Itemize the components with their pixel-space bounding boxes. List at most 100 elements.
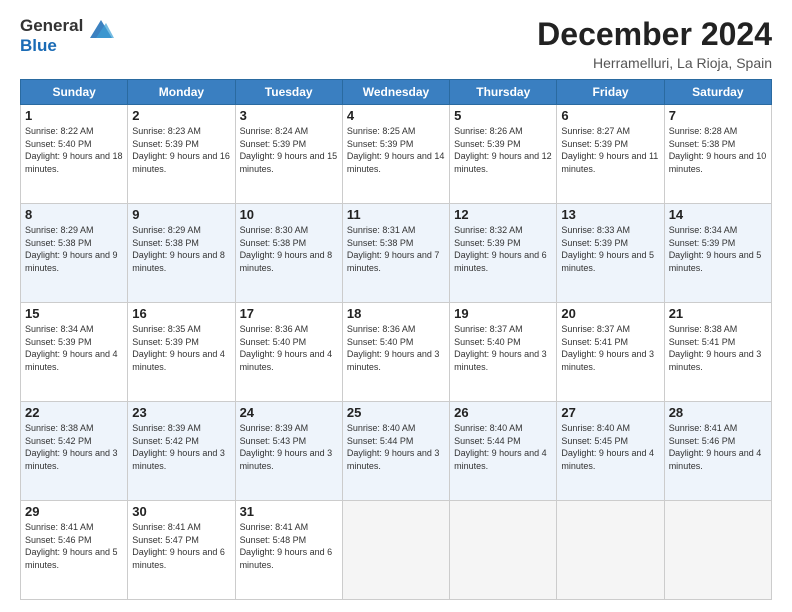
table-row: 28Sunrise: 8:41 AMSunset: 5:46 PMDayligh… — [664, 402, 771, 501]
day-number: 13 — [561, 207, 659, 222]
table-row: 24Sunrise: 8:39 AMSunset: 5:43 PMDayligh… — [235, 402, 342, 501]
day-number: 7 — [669, 108, 767, 123]
day-number: 14 — [669, 207, 767, 222]
cell-info: Sunrise: 8:41 AMSunset: 5:46 PMDaylight:… — [25, 521, 123, 571]
day-number: 29 — [25, 504, 123, 519]
day-number: 4 — [347, 108, 445, 123]
day-number: 26 — [454, 405, 552, 420]
calendar-row-3: 15Sunrise: 8:34 AMSunset: 5:39 PMDayligh… — [21, 303, 772, 402]
day-number: 25 — [347, 405, 445, 420]
table-row: 3 Sunrise: 8:24 AMSunset: 5:39 PMDaylight… — [235, 105, 342, 204]
calendar-row-2: 8 Sunrise: 8:29 AMSunset: 5:38 PMDaylight… — [21, 204, 772, 303]
cell-info: Sunrise: 8:35 AMSunset: 5:39 PMDaylight:… — [132, 323, 230, 373]
day-number: 2 — [132, 108, 230, 123]
day-number: 1 — [25, 108, 123, 123]
header: General Blue December 2024 Herramelluri,… — [20, 16, 772, 71]
day-number: 11 — [347, 207, 445, 222]
cell-info: Sunrise: 8:22 AMSunset: 5:40 PMDaylight:… — [25, 125, 123, 175]
day-number: 6 — [561, 108, 659, 123]
table-row: 14 Sunrise: 8:34 AMSunset: 5:39 PMDayligh… — [664, 204, 771, 303]
day-number: 9 — [132, 207, 230, 222]
day-number: 28 — [669, 405, 767, 420]
cell-info: Sunrise: 8:37 AMSunset: 5:41 PMDaylight:… — [561, 323, 659, 373]
day-header-tuesday: Tuesday — [235, 80, 342, 105]
title-block: December 2024 Herramelluri, La Rioja, Sp… — [537, 16, 772, 71]
table-row: 12Sunrise: 8:32 AMSunset: 5:39 PMDayligh… — [450, 204, 557, 303]
table-row: 8 Sunrise: 8:29 AMSunset: 5:38 PMDaylight… — [21, 204, 128, 303]
day-number: 22 — [25, 405, 123, 420]
table-row — [557, 501, 664, 600]
table-row: 6 Sunrise: 8:27 AMSunset: 5:39 PMDaylight… — [557, 105, 664, 204]
day-header-friday: Friday — [557, 80, 664, 105]
table-row — [450, 501, 557, 600]
cell-info: Sunrise: 8:34 AMSunset: 5:39 PMDaylight:… — [669, 224, 767, 274]
cell-info: Sunrise: 8:29 AMSunset: 5:38 PMDaylight:… — [25, 224, 123, 274]
cell-info: Sunrise: 8:39 AMSunset: 5:43 PMDaylight:… — [240, 422, 338, 472]
table-row: 25 Sunrise: 8:40 AMSunset: 5:44 PMDayligh… — [342, 402, 449, 501]
cell-info: Sunrise: 8:37 AMSunset: 5:40 PMDaylight:… — [454, 323, 552, 373]
calendar-row-4: 22Sunrise: 8:38 AMSunset: 5:42 PMDayligh… — [21, 402, 772, 501]
page: General Blue December 2024 Herramelluri,… — [0, 0, 792, 612]
table-row: 4 Sunrise: 8:25 AMSunset: 5:39 PMDaylight… — [342, 105, 449, 204]
cell-info: Sunrise: 8:39 AMSunset: 5:42 PMDaylight:… — [132, 422, 230, 472]
cell-info: Sunrise: 8:27 AMSunset: 5:39 PMDaylight:… — [561, 125, 659, 175]
cell-info: Sunrise: 8:24 AMSunset: 5:39 PMDaylight:… — [240, 125, 338, 175]
table-row: 10 Sunrise: 8:30 AMSunset: 5:38 PMDayligh… — [235, 204, 342, 303]
table-row: 13 Sunrise: 8:33 AMSunset: 5:39 PMDayligh… — [557, 204, 664, 303]
cell-info: Sunrise: 8:23 AMSunset: 5:39 PMDaylight:… — [132, 125, 230, 175]
location: Herramelluri, La Rioja, Spain — [537, 55, 772, 71]
table-row: 29 Sunrise: 8:41 AMSunset: 5:46 PMDayligh… — [21, 501, 128, 600]
day-number: 20 — [561, 306, 659, 321]
day-number: 31 — [240, 504, 338, 519]
calendar-header-row: SundayMondayTuesdayWednesdayThursdayFrid… — [21, 80, 772, 105]
day-number: 19 — [454, 306, 552, 321]
day-number: 10 — [240, 207, 338, 222]
day-number: 3 — [240, 108, 338, 123]
table-row: 11Sunrise: 8:31 AMSunset: 5:38 PMDayligh… — [342, 204, 449, 303]
day-number: 21 — [669, 306, 767, 321]
table-row: 26 Sunrise: 8:40 AMSunset: 5:44 PMDayligh… — [450, 402, 557, 501]
day-number: 27 — [561, 405, 659, 420]
day-header-sunday: Sunday — [21, 80, 128, 105]
calendar-row-1: 1 Sunrise: 8:22 AMSunset: 5:40 PMDaylight… — [21, 105, 772, 204]
table-row: 7Sunrise: 8:28 AMSunset: 5:38 PMDaylight… — [664, 105, 771, 204]
table-row: 21 Sunrise: 8:38 AMSunset: 5:41 PMDayligh… — [664, 303, 771, 402]
day-header-saturday: Saturday — [664, 80, 771, 105]
cell-info: Sunrise: 8:40 AMSunset: 5:44 PMDaylight:… — [454, 422, 552, 472]
table-row: 22Sunrise: 8:38 AMSunset: 5:42 PMDayligh… — [21, 402, 128, 501]
day-header-monday: Monday — [128, 80, 235, 105]
day-number: 23 — [132, 405, 230, 420]
table-row — [342, 501, 449, 600]
table-row: 23 Sunrise: 8:39 AMSunset: 5:42 PMDayligh… — [128, 402, 235, 501]
cell-info: Sunrise: 8:36 AMSunset: 5:40 PMDaylight:… — [347, 323, 445, 373]
logo: General Blue — [20, 16, 116, 55]
day-number: 8 — [25, 207, 123, 222]
cell-info: Sunrise: 8:40 AMSunset: 5:45 PMDaylight:… — [561, 422, 659, 472]
day-number: 17 — [240, 306, 338, 321]
day-header-wednesday: Wednesday — [342, 80, 449, 105]
day-number: 15 — [25, 306, 123, 321]
day-number: 16 — [132, 306, 230, 321]
table-row: 27 Sunrise: 8:40 AMSunset: 5:45 PMDayligh… — [557, 402, 664, 501]
cell-info: Sunrise: 8:33 AMSunset: 5:39 PMDaylight:… — [561, 224, 659, 274]
cell-info: Sunrise: 8:41 AMSunset: 5:48 PMDaylight:… — [240, 521, 338, 571]
calendar-table: SundayMondayTuesdayWednesdayThursdayFrid… — [20, 79, 772, 600]
cell-info: Sunrise: 8:36 AMSunset: 5:40 PMDaylight:… — [240, 323, 338, 373]
table-row: 2 Sunrise: 8:23 AMSunset: 5:39 PMDaylight… — [128, 105, 235, 204]
table-row: 30 Sunrise: 8:41 AMSunset: 5:47 PMDayligh… — [128, 501, 235, 600]
table-row: 20 Sunrise: 8:37 AMSunset: 5:41 PMDayligh… — [557, 303, 664, 402]
logo-blue: Blue — [20, 36, 83, 56]
day-number: 18 — [347, 306, 445, 321]
table-row: 9Sunrise: 8:29 AMSunset: 5:38 PMDaylight… — [128, 204, 235, 303]
cell-info: Sunrise: 8:40 AMSunset: 5:44 PMDaylight:… — [347, 422, 445, 472]
table-row: 1 Sunrise: 8:22 AMSunset: 5:40 PMDaylight… — [21, 105, 128, 204]
cell-info: Sunrise: 8:41 AMSunset: 5:47 PMDaylight:… — [132, 521, 230, 571]
table-row: 5Sunrise: 8:26 AMSunset: 5:39 PMDaylight… — [450, 105, 557, 204]
table-row: 16 Sunrise: 8:35 AMSunset: 5:39 PMDayligh… — [128, 303, 235, 402]
day-number: 30 — [132, 504, 230, 519]
cell-info: Sunrise: 8:30 AMSunset: 5:38 PMDaylight:… — [240, 224, 338, 274]
table-row: 31 Sunrise: 8:41 AMSunset: 5:48 PMDayligh… — [235, 501, 342, 600]
cell-info: Sunrise: 8:25 AMSunset: 5:39 PMDaylight:… — [347, 125, 445, 175]
cell-info: Sunrise: 8:38 AMSunset: 5:41 PMDaylight:… — [669, 323, 767, 373]
table-row: 17 Sunrise: 8:36 AMSunset: 5:40 PMDayligh… — [235, 303, 342, 402]
